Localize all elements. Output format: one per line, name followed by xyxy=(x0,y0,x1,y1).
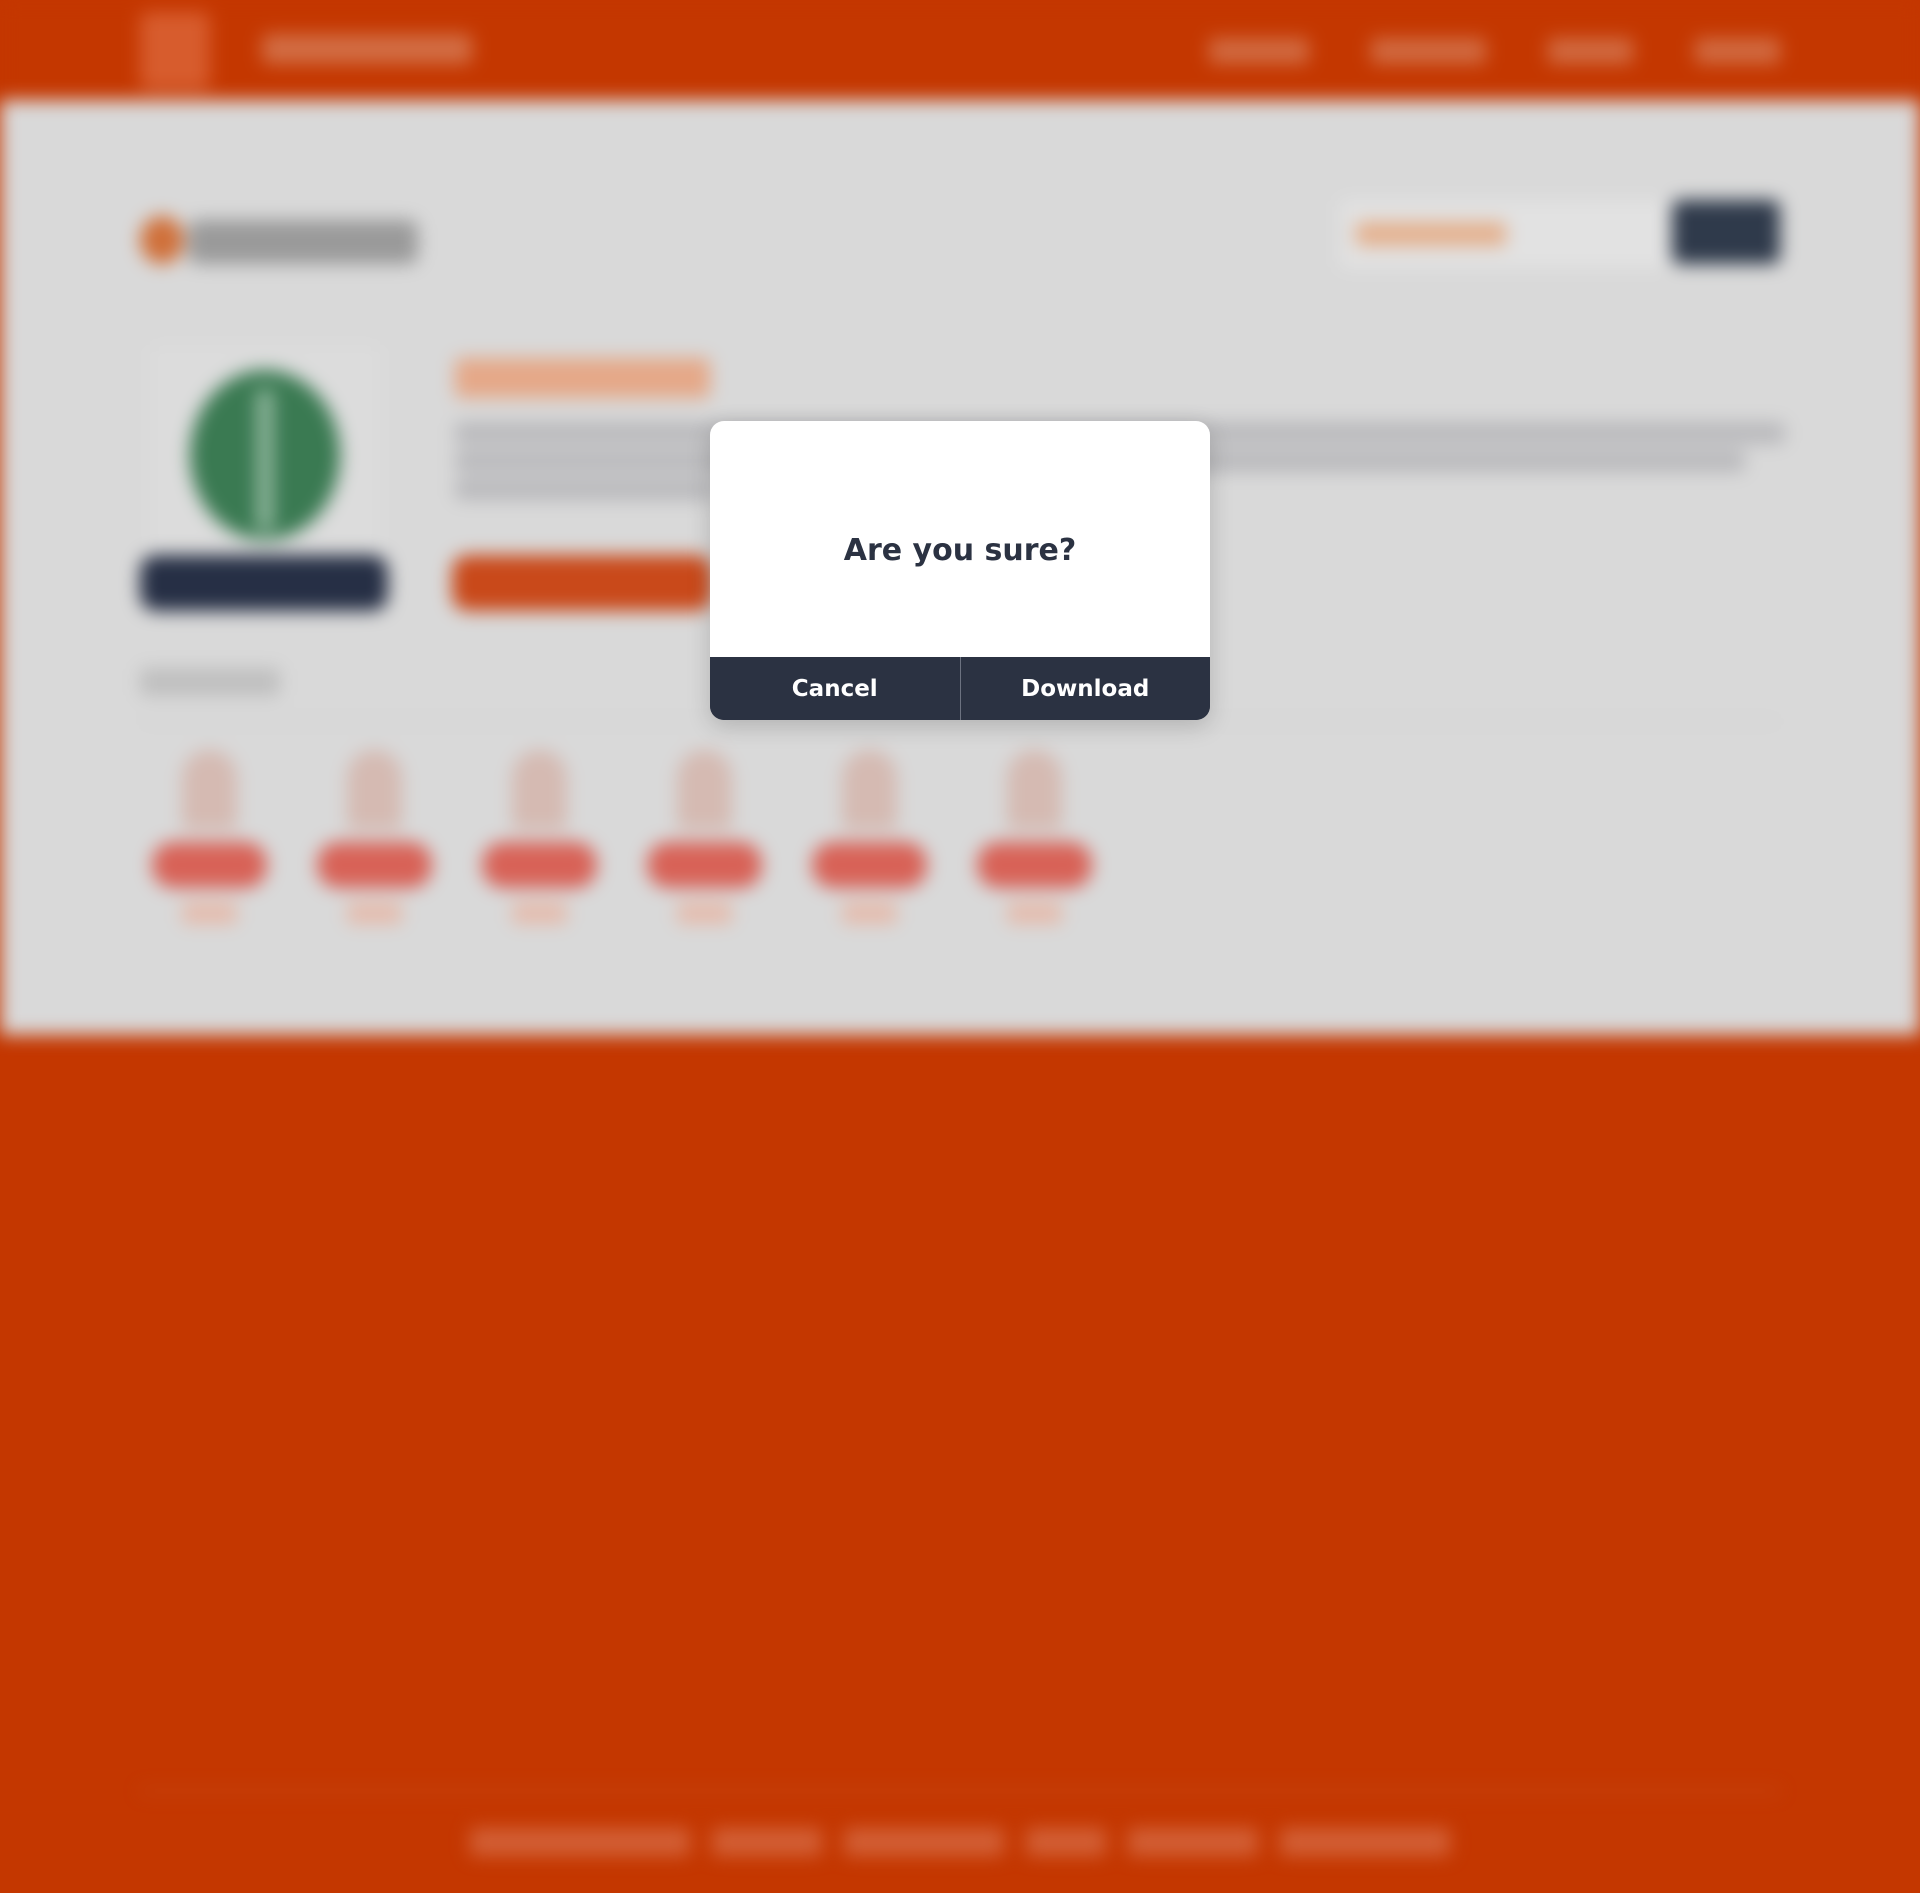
footer-link[interactable] xyxy=(470,1828,690,1856)
top-nav-item[interactable] xyxy=(1209,38,1309,64)
top-nav-item[interactable] xyxy=(1371,38,1486,64)
company-profile-card xyxy=(150,345,380,555)
footer-divider xyxy=(140,1790,1780,1792)
product-price-badge xyxy=(317,842,432,888)
section-divider xyxy=(140,720,1780,723)
site-emblem-icon xyxy=(140,12,210,90)
product-image xyxy=(182,750,237,830)
product-price-badge xyxy=(482,842,597,888)
product-caption xyxy=(677,902,732,924)
logo-wordmark xyxy=(188,220,418,264)
top-nav-item[interactable] xyxy=(1548,38,1633,64)
section-title xyxy=(140,668,280,696)
product-item[interactable] xyxy=(482,750,597,940)
product-image xyxy=(677,750,732,830)
product-caption xyxy=(182,902,237,924)
logo-mark-icon xyxy=(140,216,184,264)
product-price-badge xyxy=(152,842,267,888)
search-input[interactable] xyxy=(1340,200,1670,268)
product-caption xyxy=(347,902,402,924)
cancel-button[interactable]: Cancel xyxy=(710,657,960,720)
dialog-actions: Cancel Download xyxy=(710,657,1210,720)
footer-link[interactable] xyxy=(844,1828,1004,1856)
dialog-title: Are you sure? xyxy=(843,533,1077,568)
footer-link[interactable] xyxy=(1128,1828,1258,1856)
profile-action-button[interactable] xyxy=(140,555,388,611)
site-brand xyxy=(262,34,472,64)
product-item[interactable] xyxy=(977,750,1092,940)
company-logo xyxy=(140,212,420,272)
footer-link[interactable] xyxy=(1026,1828,1106,1856)
product-image xyxy=(1007,750,1062,830)
top-nav-item[interactable] xyxy=(1695,38,1780,64)
top-navigation-bar xyxy=(0,0,1920,100)
product-price-badge xyxy=(812,842,927,888)
profile-cta-button[interactable] xyxy=(452,555,712,611)
product-image xyxy=(512,750,567,830)
download-button[interactable]: Download xyxy=(960,657,1210,720)
product-price-badge xyxy=(977,842,1092,888)
blurred-background-page xyxy=(0,0,1920,1893)
top-nav-menu xyxy=(1209,38,1780,64)
search-placeholder xyxy=(1356,222,1506,246)
product-image xyxy=(347,750,402,830)
footer-link[interactable] xyxy=(712,1828,822,1856)
search-button[interactable] xyxy=(1672,200,1780,264)
product-item[interactable] xyxy=(647,750,762,940)
product-item[interactable] xyxy=(317,750,432,940)
product-item[interactable] xyxy=(812,750,927,940)
product-image xyxy=(842,750,897,830)
profile-heading xyxy=(455,358,710,398)
footer-link[interactable] xyxy=(1280,1828,1450,1856)
product-caption xyxy=(512,902,567,924)
product-caption xyxy=(842,902,897,924)
product-price-badge xyxy=(647,842,762,888)
footer-links xyxy=(470,1828,1450,1856)
company-emblem-icon xyxy=(190,370,340,540)
product-list xyxy=(152,750,1092,940)
product-item[interactable] xyxy=(152,750,267,940)
product-caption xyxy=(1007,902,1062,924)
confirm-download-dialog: Are you sure? Cancel Download xyxy=(710,421,1210,720)
profile-description-line xyxy=(455,478,715,500)
